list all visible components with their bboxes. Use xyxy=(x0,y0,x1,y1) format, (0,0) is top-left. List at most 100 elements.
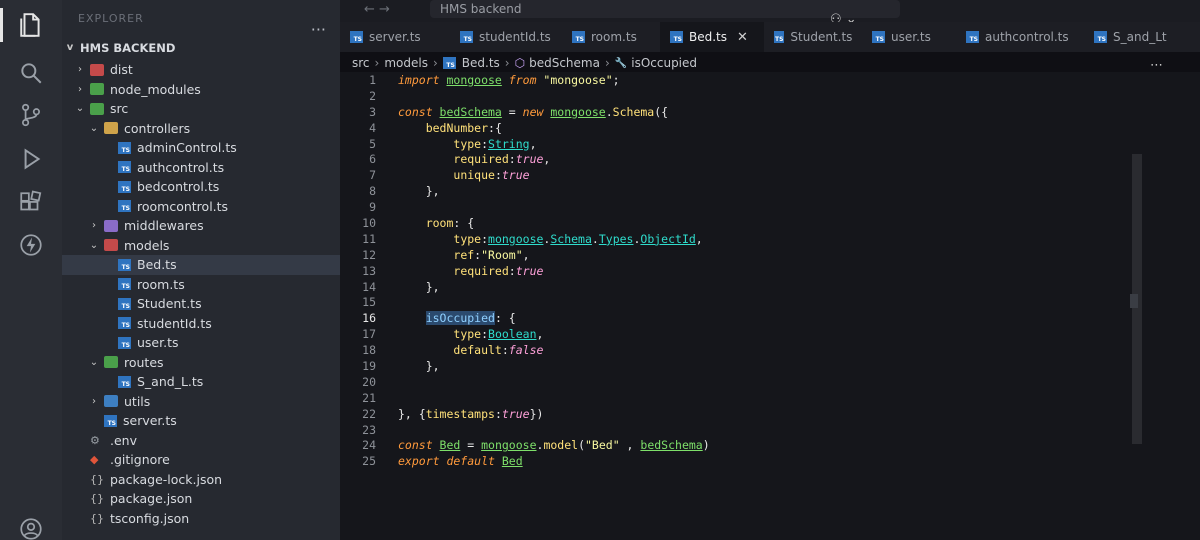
account-icon[interactable] xyxy=(14,512,48,540)
tab-studentid-ts[interactable]: TS studentId.ts xyxy=(450,22,562,52)
code-line[interactable]: 6 required: true, xyxy=(340,151,710,167)
code-line[interactable]: 13 required: true xyxy=(340,263,710,279)
tab-room-ts[interactable]: TS room.ts xyxy=(562,22,660,52)
code-line[interactable]: 14 }, xyxy=(340,279,710,295)
code-editor[interactable]: 1 import mongoose from "mongoose"; 2 3 const… xyxy=(340,72,1200,540)
tab-student-ts[interactable]: TS Student.ts xyxy=(764,22,862,52)
breadcrumb-item[interactable]: bedSchema xyxy=(529,56,600,70)
code-token: model xyxy=(543,438,579,453)
file-tree-item[interactable]: › dist xyxy=(62,60,340,80)
code-line[interactable]: 11 type: mongoose. Schema. Types. ObjectId, xyxy=(340,231,710,247)
file-tree-item[interactable]: ⚙ .env xyxy=(62,431,340,451)
file-tree-item[interactable]: › utils xyxy=(62,392,340,412)
file-tree-item[interactable]: ⌄ models xyxy=(62,236,340,256)
code-line[interactable]: 20 xyxy=(340,374,710,390)
tab-server-ts[interactable]: TS server.ts xyxy=(340,22,450,52)
tab-s-and-lt[interactable]: TS S_and_Lt xyxy=(1084,22,1186,52)
extensions-icon[interactable] xyxy=(14,186,48,220)
code-token: : xyxy=(494,168,502,183)
code-line[interactable]: 5 type: String, xyxy=(340,136,710,152)
file-tree-item[interactable]: ⌄ routes xyxy=(62,353,340,373)
source-control-icon[interactable] xyxy=(14,98,48,132)
line-number: 18 xyxy=(362,343,376,358)
line-number: 25 xyxy=(362,454,376,469)
typescript-file-icon: TS xyxy=(118,200,131,213)
code-line[interactable]: 4 bedNumber:{ xyxy=(340,120,710,136)
file-tree-label: Bed.ts xyxy=(137,257,177,273)
code-line[interactable]: 9 xyxy=(340,199,710,215)
file-tree-item[interactable]: TS authcontrol.ts xyxy=(62,158,340,178)
code-token: true xyxy=(515,152,544,167)
file-tree-item[interactable]: › middlewares xyxy=(62,216,340,236)
nav-arrows-icon[interactable]: ← → xyxy=(364,2,390,17)
file-tree-item[interactable]: TS server.ts xyxy=(62,411,340,431)
file-tree-item[interactable]: {} package.json xyxy=(62,489,340,509)
project-root[interactable]: v HMS BACKEND xyxy=(62,38,340,58)
code-line[interactable]: 16 isOccupied: { xyxy=(340,310,710,326)
tab-user-ts[interactable]: TS user.ts xyxy=(862,22,956,52)
tabs-overflow-icon[interactable]: ⋯ xyxy=(1150,58,1163,73)
code-token: }, xyxy=(398,358,440,373)
file-tree-item[interactable]: {} package-lock.json xyxy=(62,470,340,490)
code-token: . xyxy=(605,104,613,119)
code-line[interactable]: 7 unique: true xyxy=(340,167,710,183)
code-line[interactable]: 1 import mongoose from "mongoose"; xyxy=(340,72,710,88)
line-number: 1 xyxy=(369,72,376,87)
file-tree-item[interactable]: TS roomcontrol.ts xyxy=(62,197,340,217)
breadcrumb-item[interactable]: Bed.ts xyxy=(462,56,500,70)
file-tree-item[interactable]: TS adminControl.ts xyxy=(62,138,340,158)
file-tree-item[interactable]: TS bedcontrol.ts xyxy=(62,177,340,197)
breadcrumb-item[interactable]: src xyxy=(352,56,370,70)
code-line[interactable]: 15 xyxy=(340,294,710,310)
code-line[interactable]: 23 xyxy=(340,422,710,438)
close-tab-icon[interactable]: ✕ xyxy=(737,30,748,45)
window-title: HMS backend xyxy=(440,2,522,16)
code-line[interactable]: 25 export default Bed xyxy=(340,453,710,469)
run-debug-icon[interactable] xyxy=(14,142,48,176)
code-line[interactable]: 17 type: Boolean, xyxy=(340,326,710,342)
explorer-icon[interactable] xyxy=(0,8,48,42)
file-tree-item[interactable]: TS S_and_L.ts xyxy=(62,372,340,392)
file-tree-label: middlewares xyxy=(124,218,204,234)
tab-bed-ts[interactable]: TS Bed.ts ✕ xyxy=(660,22,764,52)
code-token: Types xyxy=(598,231,634,246)
code-line[interactable]: 18 default: false xyxy=(340,342,710,358)
file-tree-item[interactable]: ⌄ src xyxy=(62,99,340,119)
code-line[interactable]: 24 const Bed = mongoose. model("Bed" , bed… xyxy=(340,437,710,453)
typescript-file-icon: TS xyxy=(118,278,131,291)
chevron-down-icon: ⌄ xyxy=(89,239,99,251)
breadcrumb-item[interactable]: models xyxy=(384,56,428,70)
file-tree-item[interactable]: {} tsconfig.json xyxy=(62,509,340,529)
code-line[interactable]: 10 room: { xyxy=(340,215,710,231)
file-tree-label: authcontrol.ts xyxy=(137,159,225,175)
code-token: . xyxy=(543,231,551,246)
file-tree-item[interactable]: ⌄ controllers xyxy=(62,119,340,139)
file-tree-item[interactable]: TS Student.ts xyxy=(62,294,340,314)
lightning-icon[interactable] xyxy=(14,228,48,262)
search-icon[interactable] xyxy=(14,56,48,90)
file-tree-item[interactable]: TS user.ts xyxy=(62,333,340,353)
scroll-thumb[interactable] xyxy=(1130,294,1138,308)
code-line[interactable]: 8 }, xyxy=(340,183,710,199)
code-token: true xyxy=(501,406,530,421)
file-tree-item[interactable]: ◆ .gitignore xyxy=(62,450,340,470)
tab-authcontrol-ts[interactable]: TS authcontrol.ts xyxy=(956,22,1084,52)
code-line[interactable]: 2 xyxy=(340,88,710,104)
file-tree-item[interactable]: › node_modules xyxy=(62,80,340,100)
file-tree-item[interactable]: TS Bed.ts xyxy=(62,255,340,275)
code-line[interactable]: 19 }, xyxy=(340,358,710,374)
code-line[interactable]: 22}, {timestamps: true}) xyxy=(340,406,710,422)
breadcrumb-item[interactable]: isOccupied xyxy=(631,56,697,70)
file-tree-label: roomcontrol.ts xyxy=(137,198,229,214)
code-line[interactable]: 21 xyxy=(340,390,710,406)
code-token: mongoose xyxy=(488,231,544,246)
code-line[interactable]: 12 ref: "Room", xyxy=(340,247,710,263)
code-line[interactable]: 3 const bedSchema = new mongoose. Schema({ xyxy=(340,104,710,120)
line-number: 9 xyxy=(369,200,376,215)
file-tree-item[interactable]: TS room.ts xyxy=(62,275,340,295)
code-token: type xyxy=(453,327,482,342)
file-tree-item[interactable]: TS studentId.ts xyxy=(62,314,340,334)
folder-icon xyxy=(104,356,118,369)
more-actions-icon[interactable]: ··· xyxy=(311,20,326,39)
